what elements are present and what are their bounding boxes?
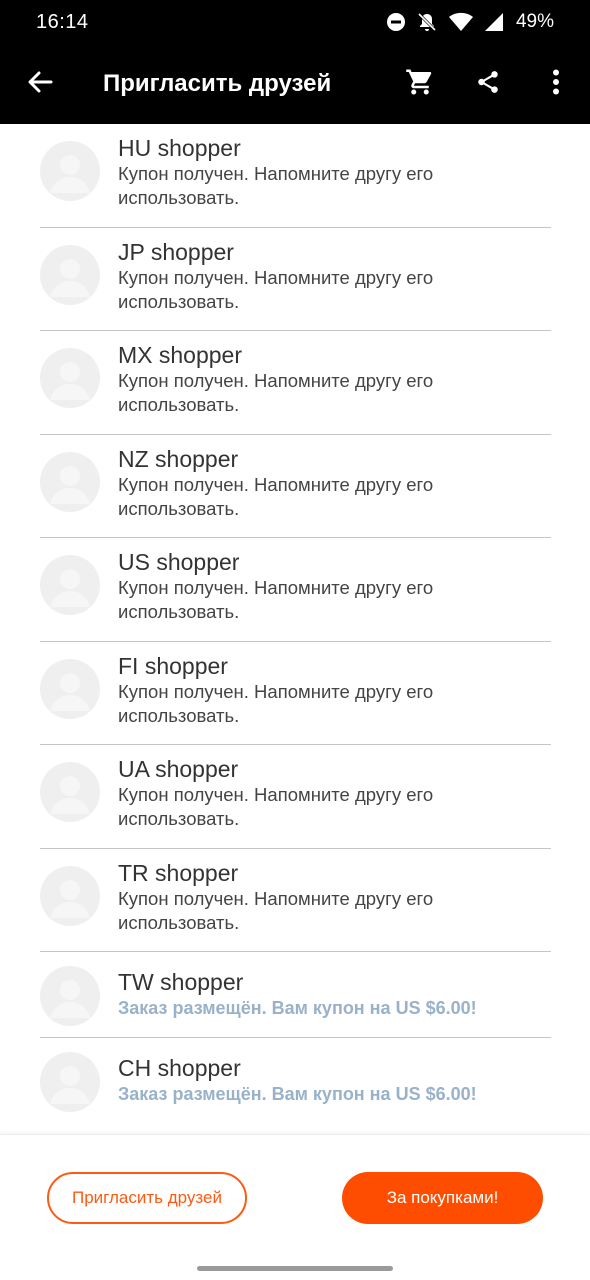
avatar: [40, 658, 100, 719]
friend-name: JP shopper: [118, 238, 234, 265]
avatar: [40, 141, 100, 201]
friend-reward-status: Заказ размещён. Вам купон на US $6.00!: [118, 1084, 477, 1104]
do-not-disturb-icon: [386, 12, 406, 32]
status-time: 16:14: [36, 10, 89, 33]
friend-status: Купон получен. Напомните другу его испол…: [118, 784, 434, 829]
friend-name: FI shopper: [118, 652, 228, 679]
battery-percent: 49%: [515, 11, 554, 32]
friend-name: US shopper: [118, 549, 240, 575]
friend-name: NZ shopper: [118, 445, 239, 472]
friend-item[interactable]: MX shopper Купон получен. Напомните другу…: [40, 331, 551, 435]
share-button[interactable]: [454, 44, 522, 124]
more-options-button[interactable]: [522, 44, 590, 124]
friend-item[interactable]: JP shopper Купон получен. Напомните другу…: [40, 228, 551, 331]
friend-item[interactable]: US shopper Купон получен. Напомните другу…: [40, 538, 551, 642]
friend-item[interactable]: NZ shopper Купон получен. Напомните другу…: [40, 435, 551, 538]
friend-reward-status: Заказ размещён. Вам купон на US $6.00!: [118, 998, 477, 1018]
friend-status: Купон получен. Напомните другу его испол…: [118, 680, 434, 726]
avatar: [40, 348, 100, 408]
friend-name: TR shopper: [118, 859, 239, 886]
friend-status: Купон получен. Напомните другу его испол…: [118, 577, 434, 622]
friends-list[interactable]: HU shopper Купон получен. Напомните другу…: [0, 124, 590, 1134]
app-bar-actions: [386, 44, 590, 124]
friend-item[interactable]: CH shopper Заказ размещён. Вам купон на U…: [40, 1038, 551, 1124]
bottom-action-bar: Пригласить друзей За покупками!: [0, 1134, 590, 1258]
go-shopping-button[interactable]: За покупками!: [342, 1172, 543, 1224]
avatar: [40, 244, 100, 305]
avatar: [40, 451, 100, 512]
status-icons: 49%: [386, 11, 554, 33]
gesture-handle[interactable]: [197, 1266, 393, 1271]
friend-status: Купон получен. Напомните другу его испол…: [118, 473, 434, 519]
avatar: [40, 762, 100, 822]
notifications-off-icon: [416, 11, 438, 33]
friend-name: MX shopper: [118, 342, 243, 368]
avatar: [40, 865, 100, 926]
friend-item[interactable]: TW shopper Заказ размещён. Вам купон на U…: [40, 952, 551, 1038]
cart-icon: [405, 67, 435, 102]
friend-item[interactable]: TR shopper Купон получен. Напомните другу…: [40, 849, 551, 952]
back-arrow-icon: [27, 70, 53, 99]
signal-icon: [484, 12, 504, 32]
status-bar: 16:14 49%: [0, 0, 590, 44]
back-button[interactable]: [0, 44, 80, 124]
friend-item[interactable]: HU shopper Купон получен. Напомните другу…: [40, 124, 551, 228]
more-vert-icon: [552, 69, 560, 100]
app-bar: Пригласить друзей: [0, 44, 590, 124]
avatar: [40, 1052, 100, 1112]
invite-friends-button[interactable]: Пригласить друзей: [47, 1172, 247, 1224]
friend-name: TW shopper: [118, 969, 244, 995]
avatar: [40, 555, 100, 615]
page-title: Пригласить друзей: [103, 70, 332, 97]
friend-status: Купон получен. Напомните другу его испол…: [118, 887, 434, 933]
friend-name: HU shopper: [118, 135, 241, 161]
friend-name: UA shopper: [118, 756, 239, 782]
friend-status: Купон получен. Напомните другу его испол…: [118, 266, 434, 312]
avatar: [40, 966, 100, 1026]
share-icon: [475, 69, 501, 100]
friend-status: Купон получен. Напомните другу его испол…: [118, 370, 434, 415]
cart-button[interactable]: [386, 44, 454, 124]
friend-status: Купон получен. Напомните другу его испол…: [118, 163, 434, 208]
friend-item[interactable]: UA shopper Купон получен. Напомните другу…: [40, 745, 551, 849]
friend-item[interactable]: FI shopper Купон получен. Напомните другу…: [40, 642, 551, 745]
friend-name: CH shopper: [118, 1055, 241, 1081]
wifi-icon: [448, 12, 474, 32]
